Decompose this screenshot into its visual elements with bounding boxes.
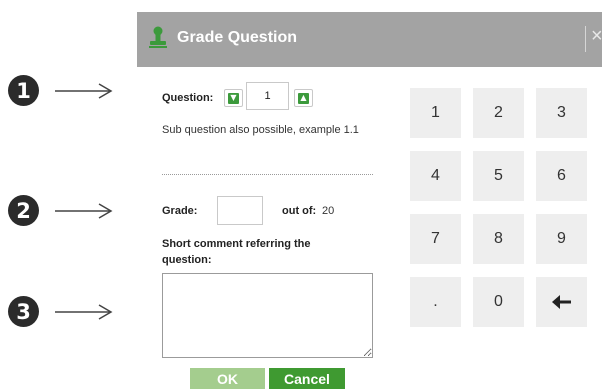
out-of-label: out of: xyxy=(282,205,317,217)
arrow-up-icon: ▲ xyxy=(298,92,309,104)
grade-input[interactable] xyxy=(217,196,263,225)
titlebar-divider xyxy=(585,26,586,52)
key-backspace[interactable] xyxy=(536,277,587,327)
dialog-title: Grade Question xyxy=(177,29,298,46)
arrow-down-icon: ▼ xyxy=(228,92,239,104)
callout-number: 3 xyxy=(8,296,39,327)
right-arrow-icon xyxy=(55,303,113,320)
right-arrow-icon xyxy=(55,82,113,99)
grade-question-dialog: Grade Question × Question: ▼ 1 ▲ Sub que… xyxy=(137,12,602,389)
key-decimal[interactable]: . xyxy=(410,277,461,327)
question-decrement-button[interactable]: ▼ xyxy=(224,89,243,107)
question-increment-button[interactable]: ▲ xyxy=(294,89,313,107)
sub-question-hint: Sub question also possible, example 1.1 xyxy=(162,124,359,136)
divider xyxy=(162,174,373,175)
key-2[interactable]: 2 xyxy=(473,88,524,138)
comment-textarea[interactable] xyxy=(162,273,373,358)
cancel-button[interactable]: Cancel xyxy=(269,368,345,389)
out-of-value: 20 xyxy=(322,205,335,217)
right-arrow-icon xyxy=(55,202,113,219)
callout-number: 2 xyxy=(8,195,39,226)
callout-3: 3 xyxy=(8,296,113,327)
callout-2: 2 xyxy=(8,195,113,226)
question-number-input[interactable]: 1 xyxy=(246,82,289,110)
key-6[interactable]: 6 xyxy=(536,151,587,201)
key-3[interactable]: 3 xyxy=(536,88,587,138)
key-4[interactable]: 4 xyxy=(410,151,461,201)
ok-button[interactable]: OK xyxy=(190,368,265,389)
callout-number: 1 xyxy=(8,75,39,106)
grade-label: Grade: xyxy=(162,205,198,217)
backspace-arrow-icon xyxy=(551,295,571,309)
key-7[interactable]: 7 xyxy=(410,214,461,264)
stamp-icon xyxy=(149,26,167,48)
question-label: Question: xyxy=(162,92,214,104)
comment-label: Short comment referring the question: xyxy=(162,238,311,266)
key-1[interactable]: 1 xyxy=(410,88,461,138)
dialog-titlebar: Grade Question × xyxy=(137,12,602,67)
key-0[interactable]: 0 xyxy=(473,277,524,327)
close-icon[interactable]: × xyxy=(591,25,602,48)
key-8[interactable]: 8 xyxy=(473,214,524,264)
key-5[interactable]: 5 xyxy=(473,151,524,201)
key-9[interactable]: 9 xyxy=(536,214,587,264)
callout-1: 1 xyxy=(8,75,113,106)
